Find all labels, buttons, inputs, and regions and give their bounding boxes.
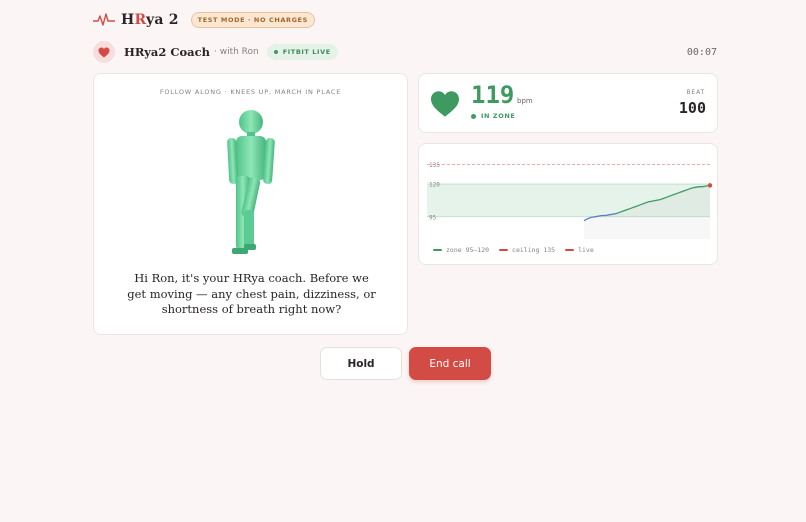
coach-name: HRya2 Coach [124,45,210,59]
heart-rate-unit: bpm [517,97,533,105]
exercise-caption: FOLLOW ALONG · KNEES UP, MARCH IN PLACE [159,88,342,96]
app-logo: HRya 2 [121,12,179,28]
live-dot-icon [273,50,278,54]
y-tick-label: 120 [429,182,440,189]
live-swatch [565,249,575,251]
exercise-figure-illustration [227,110,275,254]
heart-icon [431,91,459,117]
coach-avatar [93,41,115,63]
coach-stage-card: FOLLOW ALONG · KNEES UP, MARCH IN PLACE … [93,73,408,335]
y-tick-label: 95 [429,214,437,221]
chart-legend: zone 95–120 ceiling 135 live [433,246,604,254]
legend-zone: zone 95–120 [433,246,489,254]
beat-value: 100 [678,99,706,117]
pulse-icon [93,13,115,26]
coach-user: · with Ron [214,47,259,57]
coach-bar: HRya2 Coach · with Ron FITBIT LIVE 00:07 [93,41,717,63]
beat-label: BEAT [686,89,705,96]
end-call-button[interactable]: End call [409,347,491,380]
y-tick-label: 135 [429,162,440,169]
heart-rate-card: 119 bpm IN ZONE BEAT 100 [418,73,718,133]
zone-dot-icon [471,113,476,119]
heart-icon [98,47,110,57]
ceiling-swatch [499,249,509,251]
legend-ceiling: ceiling 135 [499,246,555,254]
call-timer: 00:07 [686,46,717,58]
test-mode-badge: TEST MODE · NO CHARGES [190,12,315,28]
heart-rate-value: 119 [471,81,515,109]
top-bar: HRya 2 TEST MODE · NO CHARGES [93,12,315,28]
fitbit-live-badge: FITBIT LIVE [266,44,338,60]
coach-message: Hi Ron, it's your HRya coach. Before we … [127,271,376,316]
legend-live: live [565,246,594,254]
hold-button[interactable]: Hold [320,347,402,380]
heart-rate-chart-card: 135 120 95 zone 95–120 ceiling 135 live [418,143,718,265]
zone-swatch [433,249,442,251]
zone-status: IN ZONE [471,112,515,120]
live-current-point [707,183,713,188]
